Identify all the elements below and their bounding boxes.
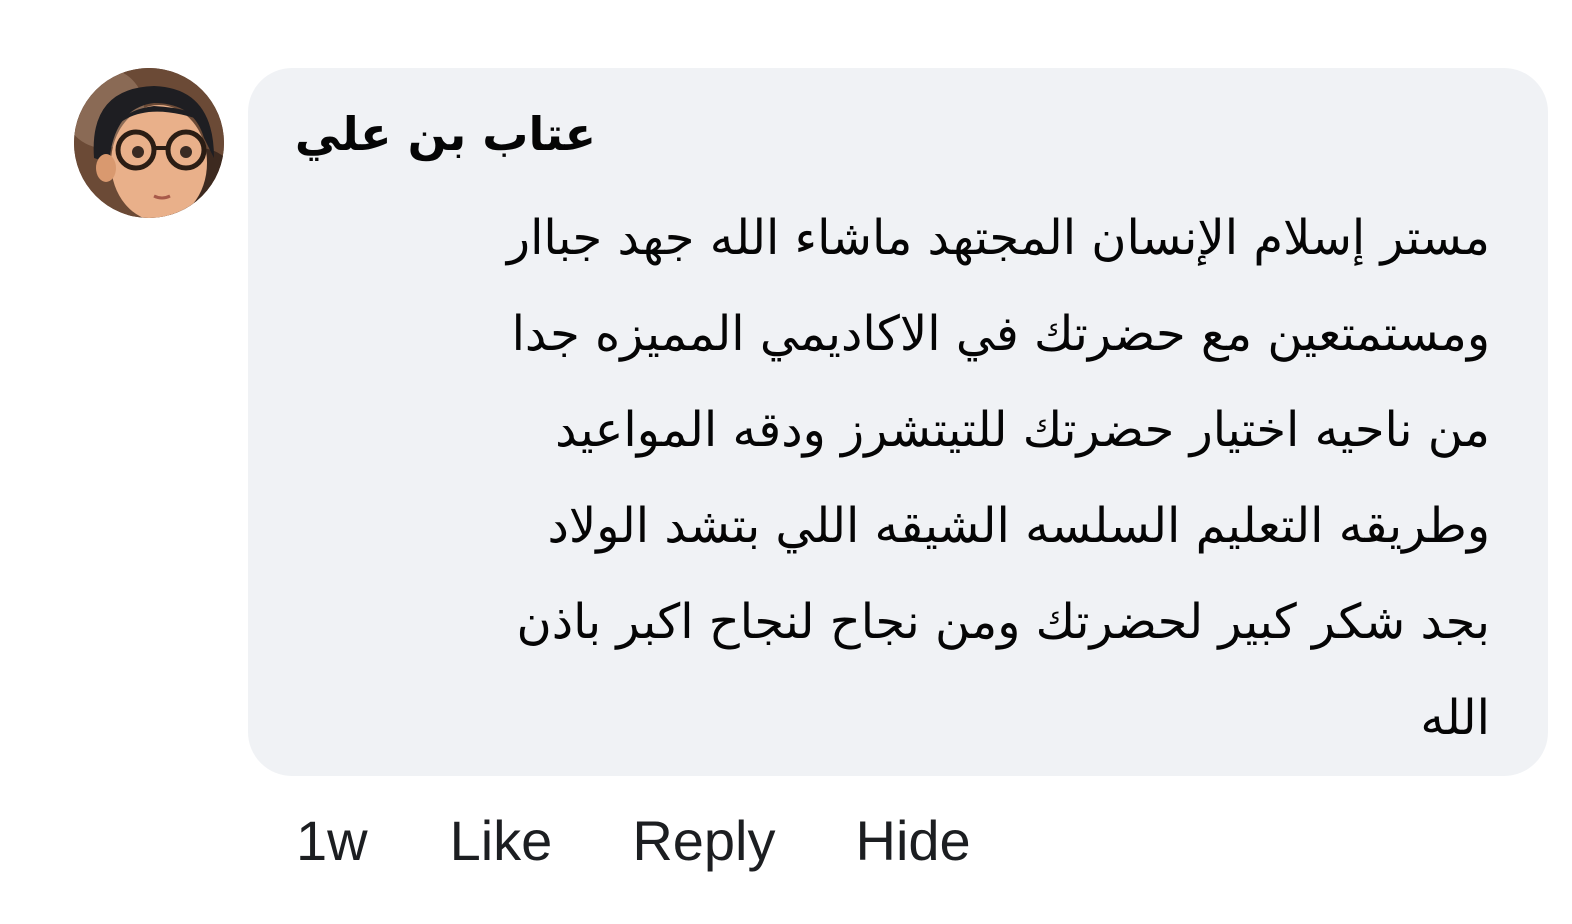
comment-body-line: الله	[1420, 690, 1490, 746]
comment: عتاب بن علي مستر إسلام الإنسان المجتهد م…	[0, 0, 1572, 924]
comment-timestamp[interactable]: 1w	[296, 808, 368, 873]
avatar[interactable]	[74, 68, 224, 218]
comment-body-line: بجد شكر كبير لحضرتك ومن نجاح لنجاح اكبر …	[516, 594, 1491, 650]
reply-button[interactable]: Reply	[632, 808, 775, 873]
like-button[interactable]: Like	[450, 808, 553, 873]
comment-author[interactable]: عتاب بن علي	[295, 102, 596, 166]
comment-actions: 1w Like Reply Hide	[296, 800, 971, 880]
comment-body-line: ومستمتعين مع حضرتك في الاكاديمي المميزه …	[511, 306, 1490, 362]
comment-body: مستر إسلام الإنسان المجتهد ماشاء الله جه…	[290, 190, 1490, 766]
comment-body-line: من ناحيه اختيار حضرتك للتيتشرز ودقه المو…	[555, 402, 1490, 458]
comment-body-line: مستر إسلام الإنسان المجتهد ماشاء الله جه…	[506, 210, 1490, 266]
hide-button[interactable]: Hide	[856, 808, 971, 873]
avatar-girl-with-glasses-icon	[74, 68, 224, 218]
comment-body-line: وطريقه التعليم السلسه الشيقه اللي بتشد ا…	[547, 498, 1490, 554]
